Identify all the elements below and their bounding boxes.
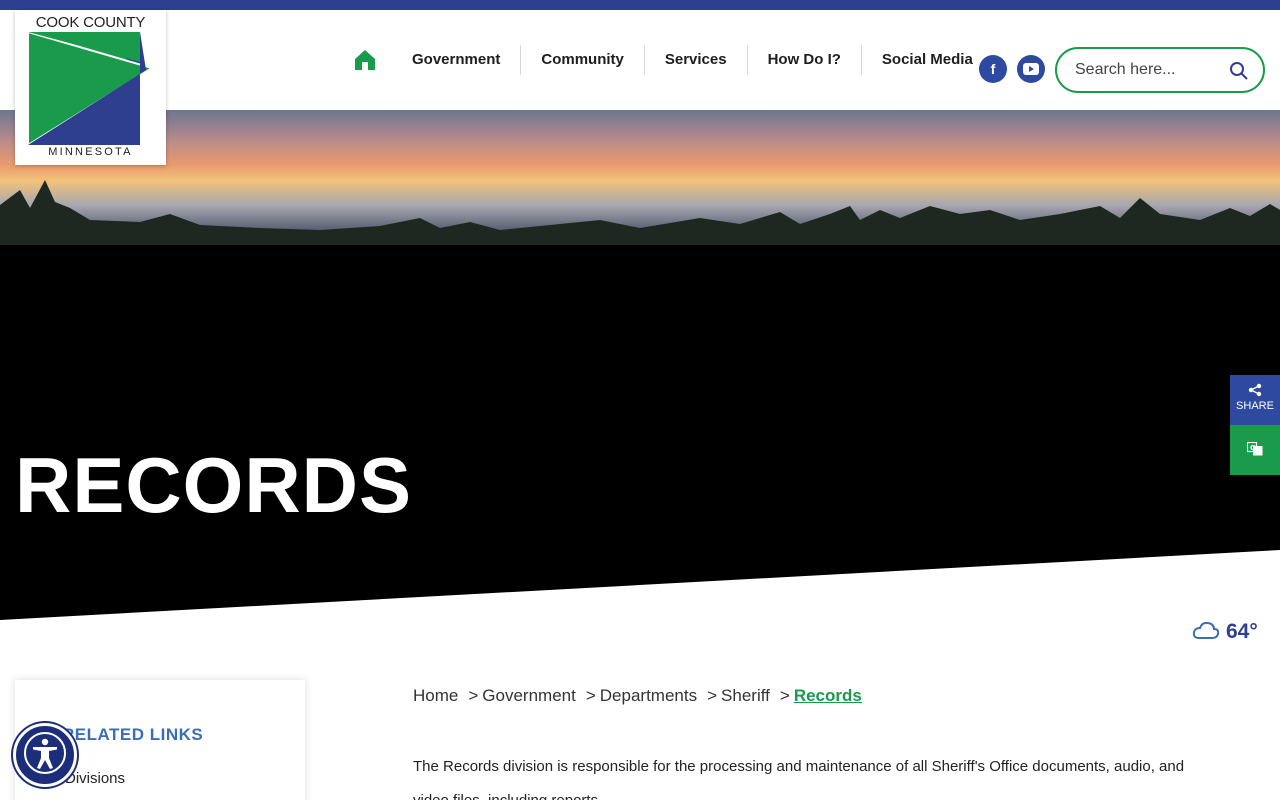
nav-how-do-i[interactable]: How Do I? [748, 45, 862, 75]
search-icon[interactable] [1229, 61, 1249, 81]
breadcrumb-separator: > [468, 686, 479, 705]
related-link-divisions[interactable]: Divisions [65, 770, 125, 787]
breadcrumb: Home > Government > Departments > Sherif… [413, 686, 862, 706]
breadcrumb-separator: > [779, 686, 790, 705]
youtube-icon[interactable] [1017, 55, 1045, 83]
logo-graphic [27, 32, 154, 145]
weather-widget[interactable]: 64° [1192, 618, 1258, 646]
nav-social-media[interactable]: Social Media [862, 45, 983, 75]
breadcrumb-sheriff[interactable]: Sheriff [721, 686, 770, 706]
search-box [1055, 47, 1265, 93]
translate-button[interactable]: G [1230, 425, 1280, 475]
records-description: The Records division is responsible for … [413, 758, 1185, 800]
banner-image [0, 110, 1280, 246]
hero-section: RECORDS [0, 245, 1280, 620]
share-icon [1230, 383, 1280, 400]
breadcrumb-home[interactable]: Home [413, 686, 458, 706]
breadcrumb-records[interactable]: Records [794, 686, 862, 706]
logo-county-text: COOK COUNTY [35, 14, 146, 31]
breadcrumb-separator: > [585, 686, 596, 705]
accessibility-button[interactable] [13, 723, 77, 787]
breadcrumb-departments[interactable]: Departments [600, 686, 697, 706]
side-tabs: SHARE G [1230, 375, 1280, 475]
cloud-icon [1192, 620, 1220, 645]
breadcrumb-government[interactable]: Government [482, 686, 576, 706]
accessibility-icon [22, 730, 68, 781]
nav-community[interactable]: Community [521, 45, 645, 75]
translate-icon: G [1246, 441, 1263, 459]
related-links-title: RELATED LINKS [62, 725, 204, 744]
nav-services[interactable]: Services [645, 45, 748, 75]
weather-temperature: 64° [1226, 620, 1258, 643]
svg-text:G: G [1250, 444, 1256, 452]
main-nav: Government Community Services How Do I? … [350, 45, 983, 75]
page-title: RECORDS [15, 441, 413, 529]
site-logo[interactable]: COOK COUNTY MINNESOTA [15, 10, 166, 165]
nav-government[interactable]: Government [392, 45, 522, 75]
facebook-icon[interactable]: f [979, 55, 1007, 83]
breadcrumb-separator: > [707, 686, 718, 705]
site-header: Government Community Services How Do I? … [0, 10, 1280, 110]
search-input[interactable] [1075, 59, 1225, 81]
home-icon[interactable] [350, 45, 380, 75]
top-accent-bar [0, 0, 1280, 10]
share-button[interactable]: SHARE [1230, 375, 1280, 425]
share-label: SHARE [1236, 400, 1274, 412]
logo-state-text: MINNESOTA [48, 146, 133, 158]
